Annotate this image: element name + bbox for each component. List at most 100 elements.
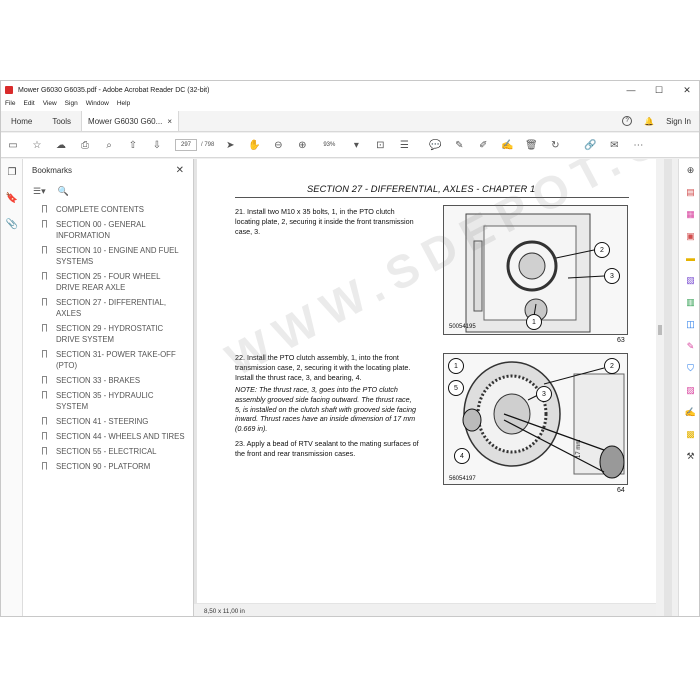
menu-sign[interactable]: Sign: [61, 99, 82, 111]
bookmark-icon: [42, 462, 47, 470]
window-title: Mower G6030 G6035.pdf - Adobe Acrobat Re…: [18, 86, 210, 94]
search-icon[interactable]: ⌕: [102, 138, 116, 152]
bookmark-star-icon[interactable]: ☆: [30, 138, 44, 152]
share-link-icon[interactable]: 🔗: [583, 138, 597, 152]
tab-home[interactable]: Home: [1, 111, 42, 131]
bookmarks-title: Bookmarks: [32, 165, 73, 175]
bookmark-options-icon[interactable]: ☰▾: [33, 186, 46, 197]
bookmark-icon: [42, 432, 47, 440]
create-pdf-icon[interactable]: ▭: [6, 138, 20, 152]
more-icon[interactable]: ⋯: [631, 138, 645, 152]
bookmark-item[interactable]: SECTION 27 - DIFFERENTIAL, AXLES: [23, 297, 193, 319]
fill-sign-icon[interactable]: ✍: [500, 138, 514, 152]
bookmark-icon: [42, 220, 47, 228]
bookmark-item[interactable]: SECTION 10 - ENGINE AND FUEL SYSTEMS: [23, 245, 193, 267]
export-tool-icon[interactable]: ▩: [679, 423, 699, 445]
help-icon[interactable]: ?: [622, 116, 633, 126]
draw-icon[interactable]: ✐: [476, 138, 490, 152]
menu-view[interactable]: View: [39, 99, 61, 111]
minimize-button[interactable]: —: [617, 85, 645, 96]
callout-3: 3: [536, 386, 552, 402]
sign-in-button[interactable]: Sign In: [666, 117, 691, 126]
bookmark-item[interactable]: SECTION 00 - GENERAL INFORMATION: [23, 219, 193, 241]
menu-help[interactable]: Help: [113, 99, 134, 111]
combine-files-icon[interactable]: ▧: [679, 269, 699, 291]
scroll-mode-icon[interactable]: ☰: [397, 138, 411, 152]
close-window-button[interactable]: ✕: [673, 85, 699, 96]
bookmarks-icon[interactable]: 🔖: [1, 185, 23, 211]
bookmark-item[interactable]: SECTION 55 - ELECTRICAL: [23, 446, 193, 457]
acrobat-window: Mower G6030 G6035.pdf - Adobe Acrobat Re…: [0, 80, 700, 617]
left-navigation-pane: ❐ 🔖 📎: [1, 159, 23, 616]
tab-tools[interactable]: Tools: [42, 111, 81, 131]
note-text: NOTE: The thrust race, 3, goes into the …: [235, 385, 416, 434]
bookmark-item[interactable]: SECTION 35 - HYDRAULIC SYSTEM: [23, 390, 193, 412]
page-size-label: 8,50 x 11,00 in: [204, 607, 245, 615]
bookmark-item[interactable]: SECTION 31- POWER TAKE-OFF (PTO): [23, 349, 193, 371]
page-total: / 798: [201, 142, 215, 148]
hand-tool-icon[interactable]: ✋: [247, 138, 261, 152]
fill-sign-tool-icon[interactable]: ✎: [679, 335, 699, 357]
document-view[interactable]: SECTION 27 - DIFFERENTIAL, AXLES - CHAPT…: [194, 159, 672, 616]
bookmark-icon: [42, 350, 47, 358]
bookmark-list: COMPLETE CONTENTS SECTION 00 - GENERAL I…: [23, 201, 193, 472]
callout-3: 3: [604, 268, 620, 284]
prepare-form-icon[interactable]: ▨: [679, 379, 699, 401]
page-number-input[interactable]: 297: [175, 139, 197, 151]
delete-icon[interactable]: 🗑: [524, 138, 538, 152]
bookmark-item[interactable]: SECTION 33 - BRAKES: [23, 375, 193, 386]
highlight-pen-icon[interactable]: ✎: [452, 138, 466, 152]
protect-icon[interactable]: ⛉: [679, 357, 699, 379]
menu-window[interactable]: Window: [82, 99, 113, 111]
print-icon[interactable]: ⎙: [78, 138, 92, 152]
page-up-icon[interactable]: ⇧: [126, 138, 140, 152]
callout-1: 1: [448, 358, 464, 374]
bookmark-item[interactable]: SECTION 44 - WHEELS AND TIRES: [23, 431, 193, 442]
zoom-in-icon[interactable]: ⊕: [295, 138, 309, 152]
maximize-button[interactable]: ☐: [645, 85, 673, 96]
page-down-icon[interactable]: ⇩: [150, 138, 164, 152]
bookmark-icon: [42, 447, 47, 455]
comment-tool-icon[interactable]: ▬: [679, 247, 699, 269]
fit-page-icon[interactable]: ⊡: [373, 138, 387, 152]
export-pdf-icon[interactable]: ▤: [679, 181, 699, 203]
dimension-label: 17 mm: [576, 439, 582, 458]
rotate-icon[interactable]: ↻: [548, 138, 562, 152]
tab-document[interactable]: Mower G6030 G60... ×: [81, 111, 180, 131]
bookmark-icon: [42, 272, 47, 280]
bookmark-item[interactable]: SECTION 29 - HYDROSTATIC DRIVE SYSTEM: [23, 323, 193, 345]
page-thumbnails-icon[interactable]: ❐: [1, 159, 23, 185]
create-pdf-tool-icon[interactable]: ▣: [679, 225, 699, 247]
organize-pages-icon[interactable]: ▥: [679, 291, 699, 313]
cloud-upload-icon[interactable]: ☁: [54, 138, 68, 152]
scan-ocr-icon[interactable]: ◫: [679, 313, 699, 335]
callout-2: 2: [594, 242, 610, 258]
bookmark-icon: [42, 246, 47, 254]
bookmark-item[interactable]: SECTION 90 - PLATFORM: [23, 461, 193, 472]
email-icon[interactable]: ✉: [607, 138, 621, 152]
close-panel-icon[interactable]: ✕: [176, 165, 184, 176]
chevron-down-icon[interactable]: ▾: [349, 138, 363, 152]
bookmark-item[interactable]: SECTION 41 - STEERING: [23, 416, 193, 427]
bookmark-icon: [42, 391, 47, 399]
comment-icon[interactable]: 💬: [428, 138, 442, 152]
callout-1: 1: [526, 314, 542, 330]
zoom-out-icon[interactable]: ⊖: [271, 138, 285, 152]
scrollbar-thumb[interactable]: [658, 325, 662, 335]
new-bookmark-icon[interactable]: 🔍: [58, 186, 69, 197]
more-tools-icon[interactable]: ⚒: [679, 445, 699, 467]
edit-pdf-icon[interactable]: ▦: [679, 203, 699, 225]
menu-file[interactable]: File: [1, 99, 19, 111]
vertical-scrollbar[interactable]: [656, 159, 664, 616]
send-for-signature-icon[interactable]: ✍: [679, 401, 699, 423]
bookmarks-panel: Bookmarks ✕ ☰▾ 🔍 COMPLETE CONTENTS SECTI…: [23, 159, 194, 616]
close-tab-icon[interactable]: ×: [167, 117, 172, 126]
menu-edit[interactable]: Edit: [19, 99, 38, 111]
zoom-tool-icon[interactable]: ⊕: [679, 159, 699, 181]
bookmark-item[interactable]: SECTION 25 - FOUR WHEEL DRIVE REAR AXLE: [23, 271, 193, 293]
select-cursor-icon[interactable]: ➤: [223, 138, 237, 152]
zoom-level-select[interactable]: 93%: [314, 139, 344, 151]
bell-icon[interactable]: 🔔: [644, 117, 654, 126]
attachments-icon[interactable]: 📎: [1, 211, 23, 237]
bookmark-item[interactable]: COMPLETE CONTENTS: [23, 204, 193, 215]
